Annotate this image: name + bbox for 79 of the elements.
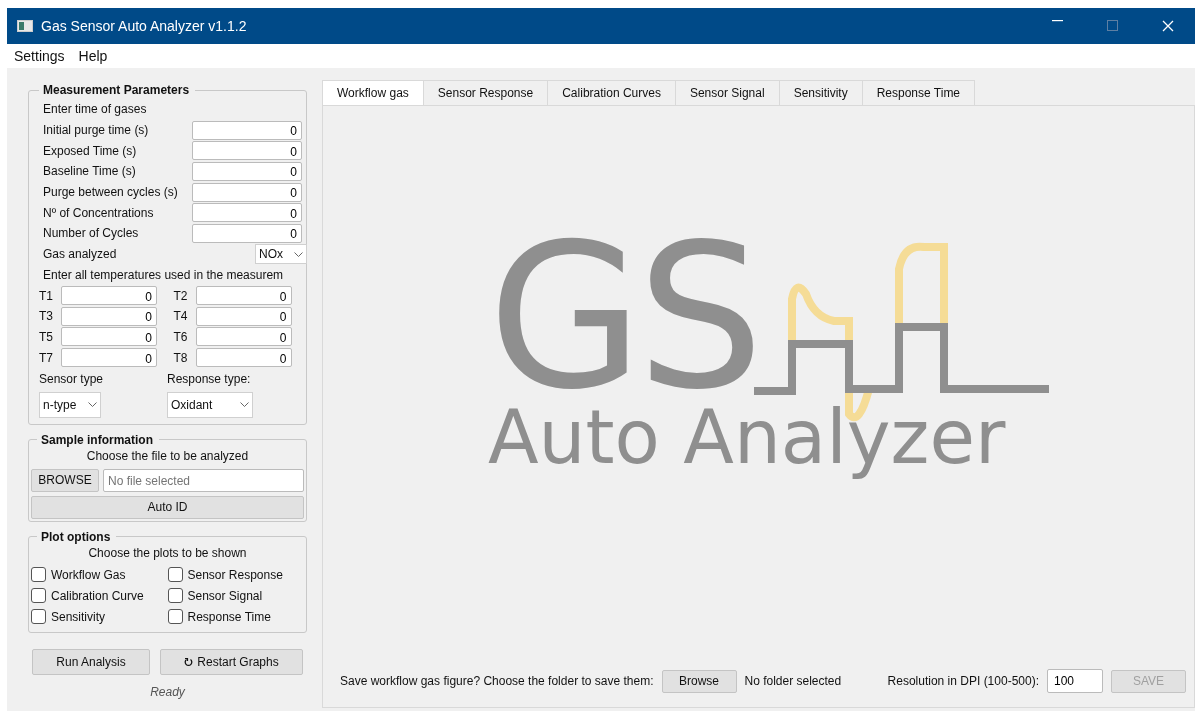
group-title: Plot options — [40, 529, 112, 544]
field-label: Number of Cycles — [43, 225, 140, 243]
number-field[interactable]: 0 — [192, 161, 302, 181]
temperature-field[interactable]: 0 — [195, 327, 292, 347]
section-label: Choose the plots to be shown — [88, 545, 247, 560]
sensor-type-dropdown[interactable]: n-type — [39, 391, 101, 418]
refresh-icon — [184, 656, 194, 667]
restart-graphs-button[interactable]: Restart Graphs — [160, 648, 303, 675]
run-analysis-button[interactable]: Run Analysis — [32, 648, 150, 675]
group-title: Sample information — [40, 432, 154, 447]
caret-icon — [294, 251, 303, 257]
field-label: Initial purge time (s) — [43, 122, 150, 140]
auto-id-button[interactable]: Auto ID — [31, 495, 304, 519]
gas-dropdown[interactable]: NOx — [255, 244, 307, 265]
save-prompt: Save workflow gas figure? Choose the folder to save them: — [340, 673, 654, 690]
logo-title: GS — [488, 234, 758, 399]
temperature-field[interactable]: 0 — [195, 306, 292, 326]
checkbox-label: Sensor Signal — [187, 587, 263, 605]
menu-item[interactable]: Settings — [9, 45, 70, 67]
checkbox[interactable] — [167, 588, 183, 604]
number-field[interactable]: 0 — [192, 141, 302, 161]
field-label: Response type: — [167, 370, 252, 388]
field-label: T2 — [173, 287, 189, 305]
section-label: Choose the file to be analyzed — [86, 448, 249, 463]
temperature-field[interactable]: 0 — [195, 286, 292, 306]
field-label: T8 — [173, 349, 189, 367]
field-label: Sensor type — [39, 370, 105, 388]
tab[interactable]: Response Time — [861, 80, 976, 105]
field-label: T3 — [39, 308, 54, 326]
section-label: Enter time of gases — [43, 101, 147, 119]
checkbox[interactable] — [31, 609, 46, 625]
number-field[interactable]: 0 — [192, 182, 302, 202]
checkbox-label: Calibration Curve — [51, 587, 144, 605]
dpi-field[interactable]: 100 — [1047, 669, 1103, 693]
section-label: Enter all temperatures used in the measurem — [43, 266, 285, 284]
window-title: Gas Sensor Auto Analyzer v1.1.2 — [41, 16, 247, 36]
logo-subtitle: Auto Analyzer — [488, 397, 1006, 477]
temperature-field[interactable]: 0 — [61, 286, 157, 306]
checkbox-label: Response Time — [187, 608, 271, 626]
number-field[interactable]: 0 — [192, 223, 302, 243]
status-text: Ready — [150, 684, 185, 699]
app-icon — [17, 20, 33, 32]
field-label: T7 — [39, 349, 54, 367]
checkbox[interactable] — [167, 567, 183, 583]
maximize-icon — [1107, 20, 1118, 31]
field-label: T5 — [39, 328, 54, 346]
caret-icon — [88, 402, 97, 408]
checkbox-label: Sensor Response — [187, 566, 283, 584]
browse-button[interactable]: BROWSE — [31, 468, 99, 492]
browse-button[interactable]: Browse — [661, 669, 737, 693]
temperature-field[interactable]: 0 — [61, 348, 157, 368]
field-label: T4 — [173, 308, 189, 326]
checkbox[interactable] — [31, 567, 46, 583]
dpi-label: Resolution in DPI (100-500): — [887, 673, 1039, 690]
field-label: Nº of Concentrations — [43, 204, 155, 222]
field-label: T1 — [39, 287, 54, 305]
group-title: Measurement Parameters — [42, 83, 191, 97]
tab[interactable]: Workflow gas — [322, 80, 424, 105]
checkbox[interactable] — [31, 588, 46, 604]
field-label: Baseline Time (s) — [43, 163, 137, 181]
close-icon — [1161, 20, 1174, 32]
field-label: Gas analyzed — [43, 246, 118, 264]
folder-status: No folder selected — [744, 673, 842, 690]
caret-icon — [240, 402, 249, 408]
temperature-field[interactable]: 0 — [61, 327, 157, 347]
field-label: T6 — [173, 328, 189, 346]
file-field[interactable]: No file selected — [103, 468, 304, 492]
response-type-dropdown[interactable]: Oxidant — [167, 391, 253, 418]
number-field[interactable]: 0 — [192, 120, 302, 140]
checkbox[interactable] — [167, 609, 183, 625]
field-label: Purge between cycles (s) — [43, 184, 179, 202]
menu-item[interactable]: Help — [73, 45, 113, 67]
number-field[interactable]: 0 — [192, 203, 302, 223]
field-label: Exposed Time (s) — [43, 142, 138, 160]
checkbox-label: Sensitivity — [51, 608, 106, 626]
temperature-field[interactable]: 0 — [195, 348, 292, 368]
temperature-field[interactable]: 0 — [61, 306, 157, 326]
minimize-icon — [1052, 20, 1063, 22]
checkbox-label: Workflow Gas — [51, 566, 126, 584]
